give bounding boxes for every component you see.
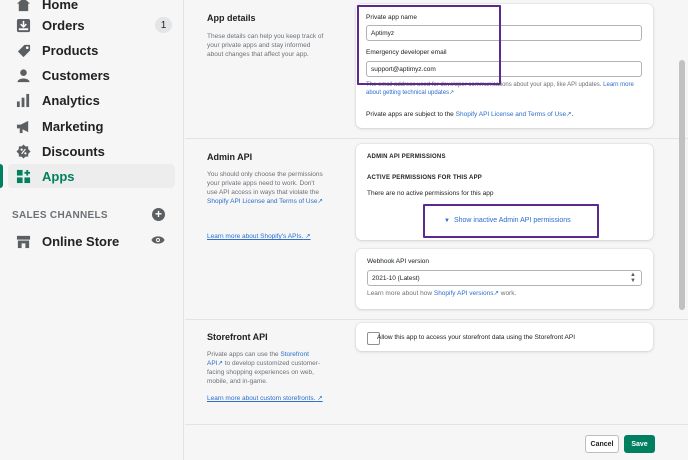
home-icon [15, 0, 31, 12]
storefront-desc-suffix: to develop customized customer-facing sh… [207, 360, 321, 385]
orders-count-badge: 1 [155, 17, 172, 33]
section-divider [185, 319, 688, 320]
webhook-help-text: Learn more about how Shopify API version… [367, 289, 647, 298]
admin-api-title: Admin API [207, 152, 253, 162]
analytics-icon [15, 92, 31, 108]
sidebar-item-marketing[interactable]: Marketing [8, 114, 175, 138]
sidebar-item-online-store[interactable]: Online Store [8, 229, 175, 253]
sidebar-item-products[interactable]: Products [8, 38, 175, 62]
terms-text: Private apps are subject to the Shopify … [366, 110, 646, 119]
sidebar-item-label: Marketing [42, 118, 104, 134]
eye-icon[interactable] [151, 234, 165, 246]
admin-api-desc-text: You should only choose the permissions y… [207, 171, 323, 196]
discounts-icon [15, 143, 31, 159]
sidebar-item-discounts[interactable]: Discounts [8, 139, 175, 163]
sidebar-item-label: Home [42, 0, 79, 12]
external-link-icon: ↗ [305, 233, 311, 240]
sidebar-item-label: Analytics [42, 92, 100, 108]
add-sales-channel-icon[interactable]: + [152, 208, 165, 221]
sidebar-item-label: Customers [42, 67, 110, 83]
webhook-help-prefix: Learn more about how [367, 290, 433, 297]
api-versions-link[interactable]: Shopify API versions [434, 290, 494, 297]
sidebar-item-customers[interactable]: Customers [8, 63, 175, 87]
highlight-show-inactive [423, 204, 599, 238]
sales-channels-heading: SALES CHANNELS [12, 210, 108, 221]
sidebar-item-label: Products [42, 42, 99, 58]
custom-storefronts-label: Learn more about custom storefronts. [207, 395, 316, 402]
app-details-title: App details [207, 13, 256, 23]
sidebar: Home Orders 1 Products Customers Analyti… [0, 0, 184, 460]
learn-more-apis-link[interactable]: Learn more about Shopify's APIs. ↗ [207, 232, 325, 241]
storefront-api-title: Storefront API [207, 332, 268, 342]
terms-link[interactable]: Shopify API License and Terms of Use [456, 111, 566, 118]
sidebar-item-analytics[interactable]: Analytics [8, 88, 175, 112]
external-link-icon: ↗ [317, 198, 323, 205]
admin-api-description: You should only choose the permissions y… [207, 170, 325, 206]
webhook-card: Webhook API version 2021-10 (Latest) ▲ ▼ … [356, 249, 653, 309]
terms-prefix: Private apps are subject to the [366, 111, 454, 118]
storefront-card: Allow this app to access your storefront… [356, 323, 653, 351]
store-icon [15, 233, 31, 249]
customers-icon [15, 67, 31, 83]
sidebar-item-apps[interactable]: Apps [8, 164, 175, 188]
external-link-icon: ↗ [449, 90, 455, 96]
select-arrows-icon: ▲ ▼ [630, 272, 636, 284]
external-link-icon: ↗ [493, 290, 499, 297]
sidebar-item-label: Orders [42, 17, 85, 33]
external-link-icon: ↗ [217, 360, 223, 367]
custom-storefronts-link[interactable]: Learn more about custom storefronts. ↗ [207, 394, 325, 403]
webhook-version-value: 2021-10 (Latest) [372, 274, 420, 282]
no-permissions-text: There are no active permissions for this… [367, 190, 494, 197]
terms-suffix: . [571, 111, 574, 118]
admin-api-permissions-heading: ADMIN API PERMISSIONS [367, 154, 446, 160]
storefront-api-description: Private apps can use the Storefront API↗… [207, 350, 325, 386]
cancel-button[interactable]: Cancel [585, 435, 619, 453]
webhook-help-suffix: work. [500, 290, 517, 297]
webhook-version-select[interactable]: 2021-10 (Latest) ▲ ▼ [367, 270, 642, 286]
external-link-icon: ↗ [317, 395, 323, 402]
section-divider [185, 138, 688, 139]
footer-divider [185, 424, 688, 425]
save-button[interactable]: Save [624, 435, 655, 453]
active-permissions-heading: ACTIVE PERMISSIONS FOR THIS APP [367, 175, 482, 181]
sidebar-item-label: Online Store [42, 233, 120, 249]
orders-icon [15, 17, 31, 33]
products-icon [15, 42, 31, 58]
sidebar-item-label: Apps [42, 168, 75, 184]
active-indicator [0, 164, 3, 188]
main-content: App details These details can help you k… [185, 0, 688, 460]
sidebar-item-orders[interactable]: Orders 1 [8, 13, 175, 37]
apps-icon [15, 168, 31, 184]
highlight-app-fields [357, 5, 501, 85]
storefront-desc-prefix: Private apps can use the [207, 351, 279, 358]
storefront-access-label: Allow this app to access your storefront… [377, 334, 575, 341]
webhook-version-label: Webhook API version [367, 258, 430, 265]
sidebar-item-label: Discounts [42, 143, 105, 159]
learn-more-apis-label: Learn more about Shopify's APIs. [207, 233, 304, 240]
marketing-icon [15, 118, 31, 134]
admin-api-terms-link[interactable]: Shopify API License and Terms of Use [207, 198, 317, 205]
app-details-description: These details can help you keep track of… [207, 33, 324, 58]
scrollbar[interactable] [679, 60, 685, 310]
